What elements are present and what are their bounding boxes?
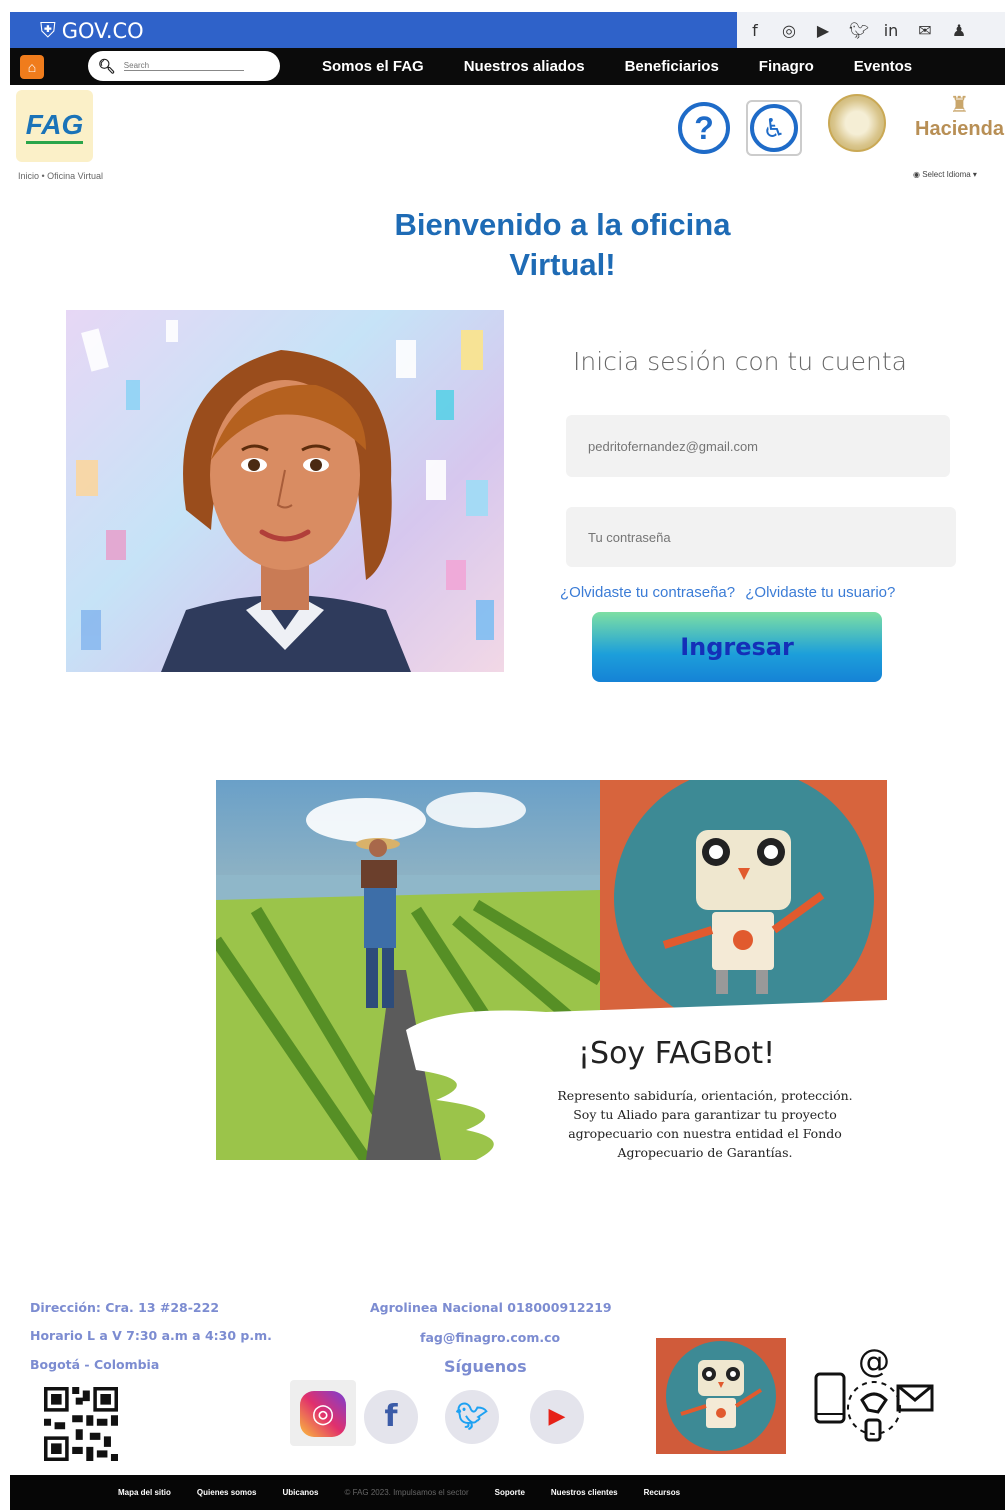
- facebook-icon[interactable]: f: [747, 21, 763, 40]
- shield-icon: ⛨: [40, 18, 56, 42]
- footer-address: Dirección: Cra. 13 #28-222: [30, 1300, 220, 1315]
- home-icon[interactable]: ⌂: [20, 55, 44, 79]
- forgot-links: ¿Olvidaste tu contraseña? ¿Olvidaste tu …: [560, 584, 895, 601]
- fag-logo[interactable]: FAG: [16, 90, 93, 162]
- fagbot-line2: Soy tu Aliado para garantizar tu proyect…: [573, 1107, 837, 1122]
- gov-bar: ⛨ GOV.CO f ◎ ▶ 🐦︎ in ✉ ♟: [10, 12, 1005, 48]
- language-select-label: Select Idioma: [922, 170, 971, 179]
- footer-hours: Horario L a V 7:30 a.m a 4:30 p.m.: [30, 1328, 272, 1343]
- nav-item-aliados[interactable]: Nuestros aliados: [464, 58, 625, 75]
- twitter-icon[interactable]: 🐦︎: [445, 1390, 499, 1444]
- copyright-text: © FAG 2023. Impulsamos el sector: [344, 1488, 469, 1497]
- fagbot-thumbnail-image: [656, 1338, 786, 1454]
- nav-item-somos[interactable]: Somos el FAG: [322, 58, 464, 75]
- main-nav: ⌂ 🔍︎ Somos el FAG Nuestros aliados Benef…: [10, 48, 1005, 85]
- bottom-link-about[interactable]: Quienes somos: [197, 1488, 257, 1497]
- password-field[interactable]: [566, 507, 956, 567]
- footer-email[interactable]: fag@finagro.com.co: [420, 1330, 560, 1345]
- fagbot-line3: agropecuario con nuestra entidad el Fond…: [568, 1126, 842, 1141]
- social-links: f ◎ ▶ 🐦︎ in ✉ ♟: [737, 12, 1005, 48]
- footer-city: Bogotá - Colombia: [30, 1357, 160, 1372]
- instagram-icon: ◎: [300, 1390, 346, 1437]
- hacienda-label: Hacienda: [915, 118, 1004, 140]
- globe-icon: ◉: [913, 170, 920, 179]
- fagbot-description: Represento sabiduría, orientación, prote…: [545, 1086, 865, 1162]
- nav-item-finagro[interactable]: Finagro: [759, 58, 854, 75]
- footer-follow: Síguenos: [444, 1357, 527, 1376]
- bottom-link-clients[interactable]: Nuestros clientes: [551, 1488, 618, 1497]
- page-title: Bienvenido a la oficina Virtual!: [350, 205, 775, 285]
- gov-logo[interactable]: ⛨ GOV.CO: [40, 18, 144, 43]
- language-select[interactable]: ◉ Select Idioma ▾: [913, 170, 977, 179]
- crest-icon: ♜: [949, 92, 970, 117]
- login-button[interactable]: Ingresar: [592, 612, 882, 682]
- bottom-bar: Mapa del sitio Quienes somos Ubicanos © …: [10, 1475, 1005, 1510]
- fagbot-title: ¡Soy FAGBot!: [578, 1036, 776, 1071]
- nav-item-eventos[interactable]: Eventos: [854, 58, 933, 75]
- gov-logo-text: GOV.CO: [61, 18, 144, 43]
- chevron-down-icon: ▾: [972, 170, 977, 179]
- nav-item-beneficiarios[interactable]: Beneficiarios: [625, 58, 759, 75]
- mail-icon[interactable]: ✉: [917, 21, 933, 40]
- page-title-line2: Virtual!: [509, 247, 616, 282]
- page-title-line1: Bienvenido a la oficina: [394, 207, 731, 242]
- help-icon[interactable]: ?: [678, 102, 730, 154]
- bottom-link-sitemap[interactable]: Mapa del sitio: [118, 1488, 171, 1497]
- search-box: 🔍︎: [88, 51, 280, 81]
- breadcrumb[interactable]: Inicio • Oficina Virtual: [18, 171, 103, 181]
- login-title: Inicia sesión con tu cuenta: [573, 347, 907, 376]
- forgot-user-link[interactable]: ¿Olvidaste tu usuario?: [745, 584, 895, 601]
- contact-channels-icon: @: [814, 1342, 934, 1442]
- hacienda-logo[interactable]: ♜ Hacienda: [914, 92, 1005, 162]
- bottom-link-resources[interactable]: Recursos: [644, 1488, 680, 1497]
- fagbot-line1: Represento sabiduría, orientación, prote…: [557, 1088, 853, 1103]
- footer-hotline: Agrolinea Nacional 018000912219: [370, 1300, 612, 1315]
- search-input[interactable]: [123, 61, 244, 71]
- fagbot-line4: Agropecuario de Garantías.: [617, 1145, 793, 1160]
- youtube-icon[interactable]: ▶: [530, 1390, 584, 1444]
- bottom-link-support[interactable]: Soporte: [495, 1488, 525, 1497]
- facebook-icon[interactable]: f: [364, 1390, 418, 1444]
- user-icon[interactable]: ♟: [951, 21, 967, 40]
- instagram-button[interactable]: ◎: [290, 1380, 356, 1446]
- linkedin-icon[interactable]: in: [883, 21, 899, 40]
- national-seal-icon: [828, 94, 886, 152]
- bottom-link-location[interactable]: Ubicanos: [282, 1488, 318, 1497]
- youtube-icon[interactable]: ▶: [815, 21, 831, 40]
- advisor-portrait-image: [66, 310, 504, 672]
- twitter-icon[interactable]: 🐦︎: [849, 21, 869, 40]
- accessibility-icon: ♿︎: [750, 104, 798, 152]
- qr-code-icon: [44, 1387, 118, 1461]
- email-field[interactable]: [566, 415, 950, 477]
- nav-menu: Somos el FAG Nuestros aliados Beneficiar…: [322, 48, 933, 85]
- accessibility-button[interactable]: ♿︎: [746, 100, 802, 156]
- search-icon[interactable]: 🔍︎: [98, 58, 116, 75]
- fag-logo-text: FAG: [25, 109, 84, 144]
- forgot-password-link[interactable]: ¿Olvidaste tu contraseña?: [560, 584, 735, 601]
- instagram-icon[interactable]: ◎: [781, 21, 797, 40]
- svg-text:@: @: [858, 1342, 890, 1380]
